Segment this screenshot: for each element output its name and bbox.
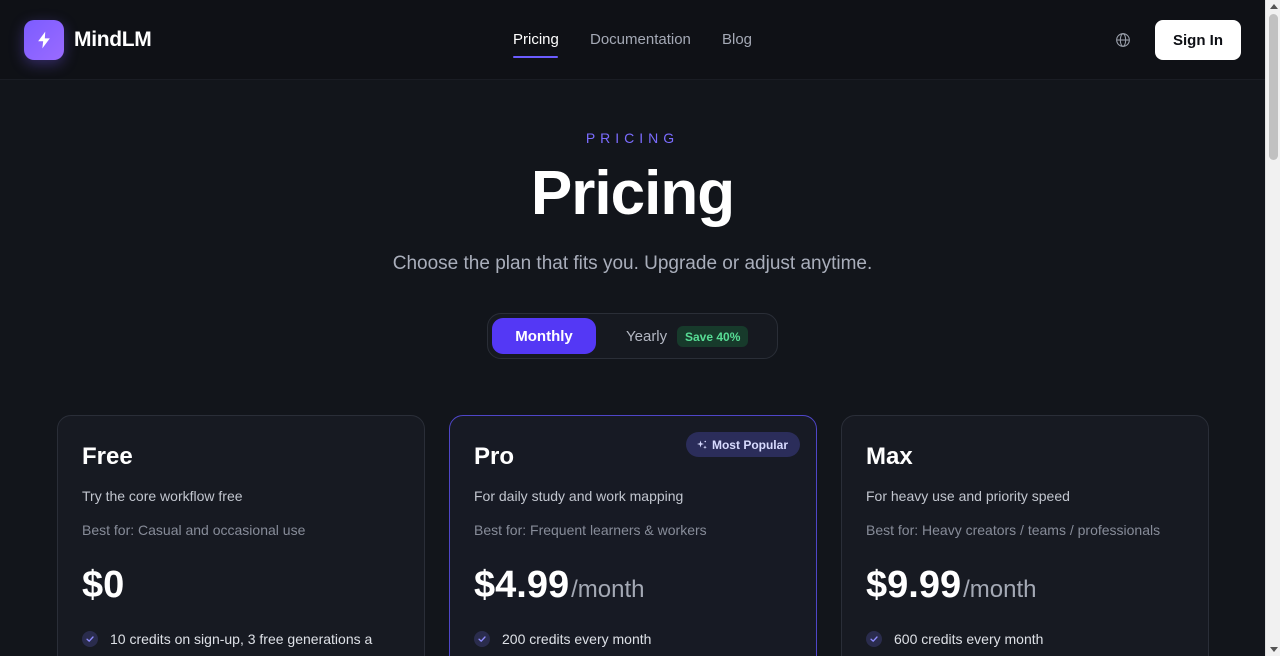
plan-best-for: Best for: Frequent learners & workers [474, 522, 707, 538]
nav-link-documentation[interactable]: Documentation [590, 31, 691, 48]
check-icon [82, 631, 98, 647]
site-header: MindLM Pricing Documentation Blog Sign I… [0, 0, 1265, 80]
plan-price: $9.99/month [866, 564, 1036, 607]
plan-feature: 200 credits every month [474, 631, 651, 647]
check-icon [474, 631, 490, 647]
page-subtitle: Choose the plan that fits you. Upgrade o… [392, 253, 873, 274]
active-nav-indicator [513, 56, 558, 58]
plan-feature: 600 credits every month [866, 631, 1043, 647]
feature-text: 600 credits every month [894, 631, 1044, 647]
price-amount: $9.99 [866, 564, 962, 606]
price-period: /month [963, 576, 1037, 603]
price-period: /month [571, 576, 645, 603]
page-title: Pricing [530, 159, 735, 228]
badge-label: Most Popular [711, 437, 788, 452]
plan-card-free: Free Try the core workflow free Best for… [57, 415, 425, 656]
plan-feature: 10 credits on sign-up, 3 free generation… [82, 631, 372, 647]
price-amount: $0 [82, 564, 125, 606]
lightning-bolt-icon [38, 31, 50, 49]
plan-tagline: For daily study and work mapping [474, 488, 684, 504]
plan-best-for: Best for: Casual and occasional use [82, 522, 306, 538]
sign-in-button[interactable]: Sign In [1155, 20, 1241, 60]
sparkle-icon [696, 440, 707, 449]
plan-tagline: Try the core workflow free [82, 488, 243, 504]
plan-name: Max [866, 443, 913, 470]
nav-link-pricing[interactable]: Pricing [513, 31, 559, 48]
feature-text: 10 credits on sign-up, 3 free generation… [110, 631, 373, 647]
nav-link-blog[interactable]: Blog [722, 31, 752, 48]
scroll-down-arrow-icon[interactable] [1270, 647, 1278, 652]
language-button[interactable] [1113, 30, 1133, 50]
globe-icon [1116, 33, 1130, 47]
plan-name: Free [82, 443, 133, 470]
price-amount: $4.99 [474, 564, 570, 606]
brand-name[interactable]: MindLM [74, 28, 152, 52]
plan-best-for: Best for: Heavy creators / teams / profe… [866, 522, 1161, 538]
plan-price: $4.99/month [474, 564, 644, 607]
plan-price: $0 [82, 564, 124, 607]
section-eyebrow: PRICING [585, 130, 680, 146]
feature-text: 200 credits every month [502, 631, 652, 647]
scroll-up-arrow-icon[interactable] [1270, 4, 1278, 9]
check-icon [866, 631, 882, 647]
plan-card-pro: Most Popular Pro For daily study and wor… [449, 415, 817, 656]
billing-toggle: Monthly Yearly Save 40% [487, 313, 778, 359]
logo[interactable] [24, 20, 64, 60]
plan-tagline: For heavy use and priority speed [866, 488, 1070, 504]
save-badge: Save 40% [677, 326, 749, 347]
monthly-option[interactable]: Monthly [492, 318, 596, 354]
plan-name: Pro [474, 443, 515, 470]
page-scrollbar[interactable] [1265, 0, 1280, 656]
scroll-thumb[interactable] [1269, 14, 1278, 160]
most-popular-badge: Most Popular [685, 432, 800, 457]
yearly-option[interactable]: Yearly [626, 328, 667, 345]
plan-card-max: Max For heavy use and priority speed Bes… [841, 415, 1209, 656]
